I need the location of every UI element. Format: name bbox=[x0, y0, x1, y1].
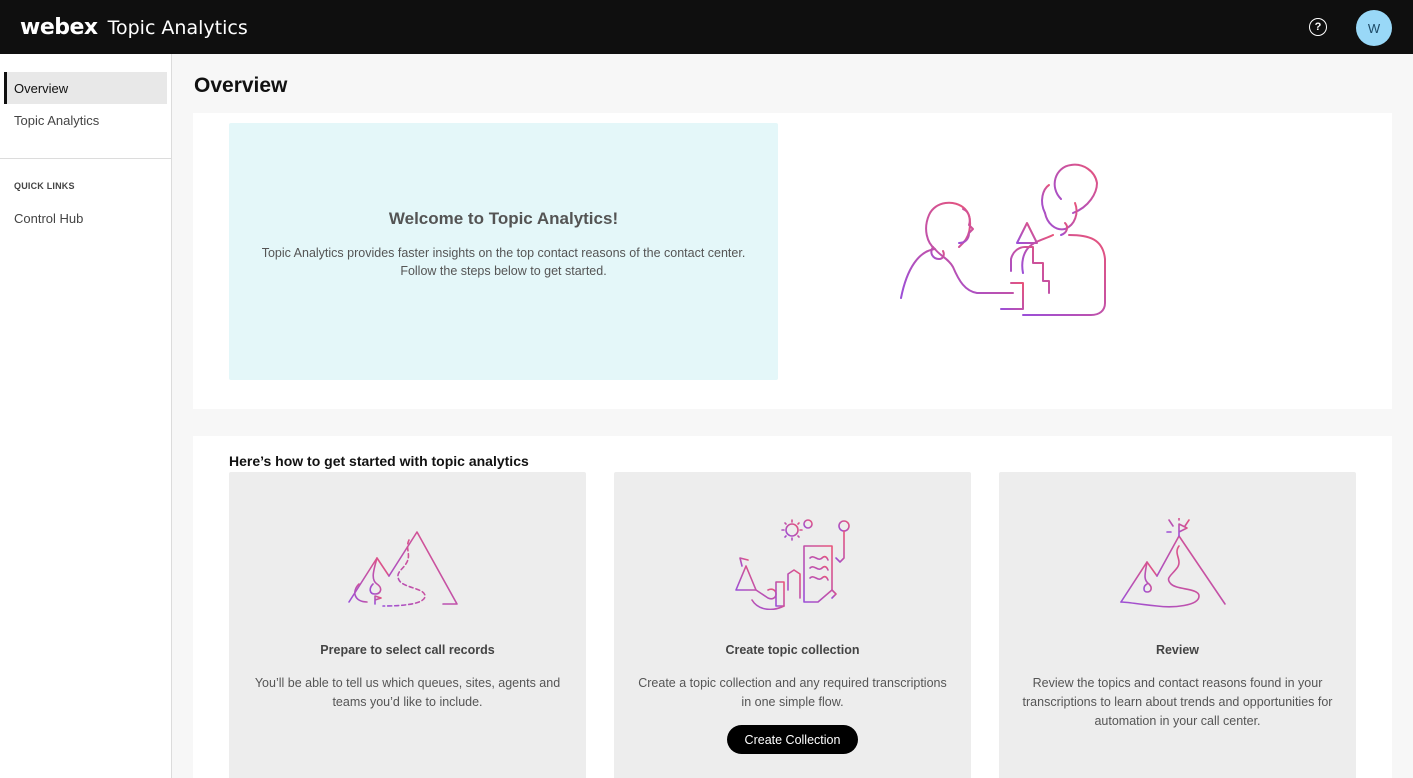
step-description: Create a topic collection and any requir… bbox=[638, 676, 947, 709]
sidebar: Overview Topic Analytics QUICK LINKS Con… bbox=[0, 54, 172, 778]
sidebar-item-label: Overview bbox=[14, 80, 69, 96]
top-bar: webex Topic Analytics ? W bbox=[0, 0, 1413, 54]
people-collaborating-illustration bbox=[900, 163, 1106, 316]
mountain-path-icon bbox=[348, 531, 458, 607]
welcome-title: Welcome to Topic Analytics! bbox=[388, 209, 619, 228]
sidebar-item-label: Topic Analytics bbox=[14, 112, 100, 128]
sidebar-divider bbox=[0, 158, 171, 159]
quick-links-title: QUICK LINKS bbox=[14, 181, 75, 191]
brand[interactable]: webex Topic Analytics bbox=[20, 15, 248, 40]
sidebar-item-overview[interactable]: Overview bbox=[4, 72, 167, 104]
step-title: Prepare to select call records bbox=[320, 643, 495, 657]
quick-link-label: Control Hub bbox=[14, 210, 84, 226]
webex-logo: webex bbox=[20, 14, 98, 40]
step-create-topic-collection: Create topic collection Create a topic c… bbox=[614, 472, 971, 778]
step-prepare-call-records: Prepare to select call records You’ll be… bbox=[229, 472, 586, 778]
step-description: Review the topics and contact reasons fo… bbox=[1022, 676, 1333, 728]
welcome-banner: Welcome to Topic Analytics! Topic Analyt… bbox=[229, 123, 778, 380]
help-icon[interactable]: ? bbox=[1309, 18, 1327, 36]
mountain-summit-flag-icon bbox=[1120, 518, 1226, 608]
welcome-card: Welcome to Topic Analytics! Topic Analyt… bbox=[193, 113, 1392, 409]
avatar[interactable]: W bbox=[1356, 10, 1392, 46]
collection-tools-icon bbox=[735, 519, 850, 610]
step-description: You’ll be able to tell us which queues, … bbox=[254, 676, 561, 709]
create-collection-button[interactable]: Create Collection bbox=[727, 725, 858, 754]
welcome-description: Topic Analytics provides faster insights… bbox=[261, 246, 746, 278]
page-title: Overview bbox=[194, 74, 288, 97]
steps-title: Here’s how to get started with topic ana… bbox=[229, 453, 529, 469]
step-title: Review bbox=[1155, 643, 1200, 657]
sidebar-item-topic-analytics[interactable]: Topic Analytics bbox=[4, 104, 167, 136]
app-title: Topic Analytics bbox=[107, 16, 248, 39]
step-review: Review Review the topics and contact rea… bbox=[999, 472, 1356, 778]
quick-link-control-hub[interactable]: Control Hub bbox=[4, 202, 167, 234]
getting-started-card: Here’s how to get started with topic ana… bbox=[193, 436, 1392, 778]
step-title: Create topic collection bbox=[725, 643, 860, 657]
